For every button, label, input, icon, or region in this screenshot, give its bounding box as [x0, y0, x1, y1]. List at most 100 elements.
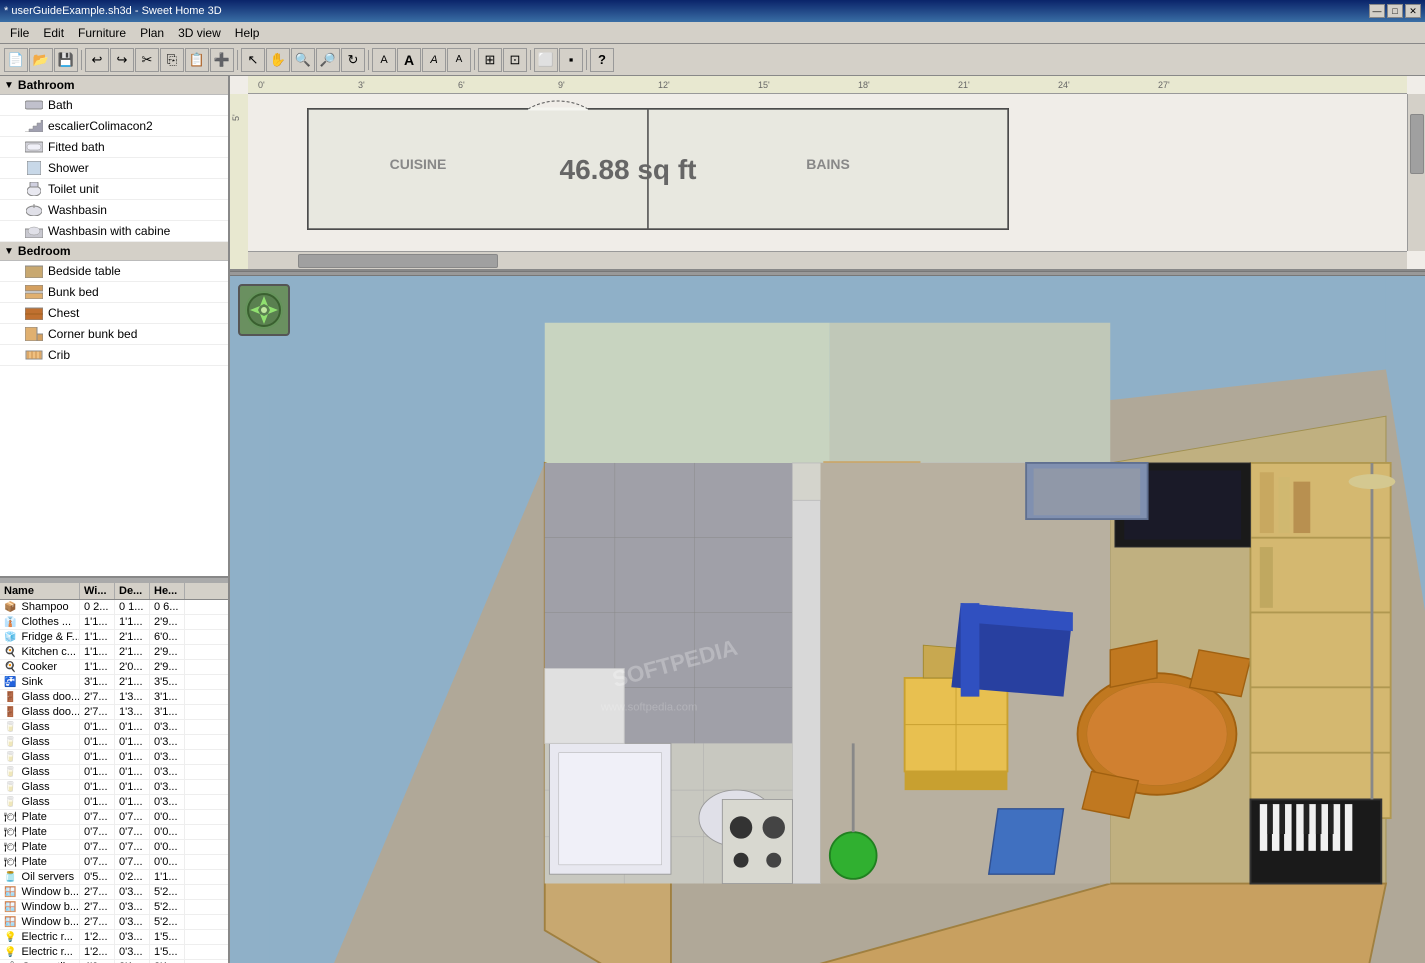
table-row[interactable]: 👔 Clothes ... 1'1... 1'1... 2'9...	[0, 615, 228, 630]
item-fitted-bath[interactable]: Fitted bath	[0, 137, 228, 158]
menu-plan[interactable]: Plan	[134, 24, 170, 42]
nav-compass[interactable]	[238, 284, 290, 336]
fitted-bath-icon	[24, 139, 44, 155]
table-row[interactable]: 💡 Electric r... 1'2... 0'3... 1'5...	[0, 945, 228, 960]
table-cell-wi: 1'1...	[80, 630, 115, 644]
add-furniture-button[interactable]: ➕	[210, 48, 234, 72]
item-bedside[interactable]: Bedside table	[0, 261, 228, 282]
item-shower[interactable]: Shower	[0, 158, 228, 179]
minimize-button[interactable]: —	[1369, 4, 1385, 18]
table-cell-name: 🍽 Plate	[0, 810, 80, 824]
table-row[interactable]: 🥛 Glass 0'1... 0'1... 0'3...	[0, 720, 228, 735]
table-cell-he: 1'5...	[150, 930, 185, 944]
undo-button[interactable]: ↩	[85, 48, 109, 72]
cut-button[interactable]: ✂	[135, 48, 159, 72]
table-row[interactable]: 🍽 Plate 0'7... 0'7... 0'0...	[0, 810, 228, 825]
table-row[interactable]: 🍽 Plate 0'7... 0'7... 0'0...	[0, 840, 228, 855]
item-corner-bunk[interactable]: Corner bunk bed	[0, 324, 228, 345]
table-row[interactable]: 🍳 Cooker 1'1... 2'0... 2'9...	[0, 660, 228, 675]
hscrollbar[interactable]	[248, 251, 1407, 269]
save-button[interactable]: 💾	[54, 48, 78, 72]
row-icon: 🥛	[4, 797, 16, 808]
item-chest[interactable]: Chest	[0, 303, 228, 324]
menu-furniture[interactable]: Furniture	[72, 24, 132, 42]
menu-edit[interactable]: Edit	[37, 24, 70, 42]
table-rows: 📦 Shampoo 0 2... 0 1... 0 6... 👔 Clothes…	[0, 600, 228, 963]
table-row[interactable]: 🚪 Glass doo... 2'7... 1'3... 3'1...	[0, 705, 228, 720]
new-button[interactable]: 📄	[4, 48, 28, 72]
item-washbasin-cab[interactable]: Washbasin with cabine	[0, 221, 228, 242]
washbasin-cab-icon	[24, 223, 44, 239]
category-bathroom[interactable]: ▼ Bathroom	[0, 76, 228, 95]
maximize-button[interactable]: □	[1387, 4, 1403, 18]
table-row[interactable]: 🍽 Plate 0'7... 0'7... 0'0...	[0, 825, 228, 840]
vscrollbar[interactable]	[1407, 94, 1425, 251]
row-icon: 🫙	[4, 872, 16, 883]
item-washbasin[interactable]: Washbasin	[0, 200, 228, 221]
svg-text:www.softpedia.com: www.softpedia.com	[600, 702, 698, 714]
category-bedroom[interactable]: ▼ Bedroom	[0, 242, 228, 261]
text-a-button[interactable]: A	[372, 48, 396, 72]
table-row[interactable]: 🥛 Glass 0'1... 0'1... 0'3...	[0, 735, 228, 750]
open-button[interactable]: 📂	[29, 48, 53, 72]
table-row[interactable]: 🥛 Glass 0'1... 0'1... 0'3...	[0, 765, 228, 780]
table-cell-name: 🥛 Glass	[0, 720, 80, 734]
table-row[interactable]: 🪟 Window b... 2'7... 0'3... 5'2...	[0, 915, 228, 930]
vscrollbar-thumb[interactable]	[1410, 114, 1424, 174]
zoom-area-button[interactable]: ⊡	[503, 48, 527, 72]
bath-icon	[24, 97, 44, 113]
text-c-button[interactable]: A	[422, 48, 446, 72]
table-row[interactable]: 🥛 Glass 0'1... 0'1... 0'3...	[0, 780, 228, 795]
text-d-button[interactable]: A	[447, 48, 471, 72]
menu-3dview[interactable]: 3D view	[172, 24, 227, 42]
plan-view[interactable]: 0' 3' 6' 9' 12' 15' 18' 21' 24' 27' 5'	[230, 76, 1425, 271]
item-bedside-label: Bedside table	[48, 264, 121, 278]
table-cell-de: 0'3...	[115, 930, 150, 944]
copy-button[interactable]: ⎘	[160, 48, 184, 72]
table-row[interactable]: 🍽 Plate 0'7... 0'7... 0'0...	[0, 855, 228, 870]
table-row[interactable]: 🧊 Fridge & F... 1'1... 2'1... 6'0...	[0, 630, 228, 645]
item-toilet[interactable]: Toilet unit	[0, 179, 228, 200]
redo-button[interactable]: ↪	[110, 48, 134, 72]
table-cell-wi: 2'7...	[80, 915, 115, 929]
table-row[interactable]: 🚪 Glass doo... 2'7... 1'3... 3'1...	[0, 690, 228, 705]
table-cell-wi: 0'1...	[80, 735, 115, 749]
zoom-out-button[interactable]: 🔎	[316, 48, 340, 72]
table-row[interactable]: 🚰 Sink 3'1... 2'1... 3'5...	[0, 675, 228, 690]
top-view-button[interactable]: ⬜	[534, 48, 558, 72]
close-button[interactable]: ✕	[1405, 4, 1421, 18]
table-row[interactable]: 🫙 Oil servers 0'5... 0'2... 1'1...	[0, 870, 228, 885]
row-icon: 🪟	[4, 917, 16, 928]
zoom-fit-button[interactable]: ⊞	[478, 48, 502, 72]
item-bunk-bed[interactable]: Bunk bed	[0, 282, 228, 303]
help-button[interactable]: ?	[590, 48, 614, 72]
pan-button[interactable]: ✋	[266, 48, 290, 72]
hscrollbar-thumb[interactable]	[298, 254, 498, 268]
row-icon: 👔	[4, 617, 16, 628]
item-bath[interactable]: Bath	[0, 95, 228, 116]
item-washbasin-label: Washbasin	[48, 203, 107, 217]
zoom-in-button[interactable]: 🔍	[291, 48, 315, 72]
sep3	[368, 50, 369, 70]
table-row[interactable]: 🍳 Kitchen c... 1'1... 2'1... 2'9...	[0, 645, 228, 660]
table-row[interactable]: 🪟 Window b... 2'7... 0'3... 5'2...	[0, 900, 228, 915]
table-row[interactable]: 📦 Shampoo 0 2... 0 1... 0 6...	[0, 600, 228, 615]
select-button[interactable]: ↖	[241, 48, 265, 72]
menu-help[interactable]: Help	[229, 24, 266, 42]
text-b-button[interactable]: A	[397, 48, 421, 72]
title-bar: * userGuideExample.sh3d - Sweet Home 3D …	[0, 0, 1425, 22]
right-area: 0' 3' 6' 9' 12' 15' 18' 21' 24' 27' 5'	[230, 76, 1425, 963]
row-icon: 🍽	[4, 827, 17, 838]
table-cell-wi: 2'7...	[80, 900, 115, 914]
rotate-button[interactable]: ↻	[341, 48, 365, 72]
item-escalier[interactable]: escalierColimacon2	[0, 116, 228, 137]
table-row[interactable]: 💡 Electric r... 1'2... 0'3... 1'5...	[0, 930, 228, 945]
table-row[interactable]: 🥛 Glass 0'1... 0'1... 0'3...	[0, 750, 228, 765]
menu-file[interactable]: File	[4, 24, 35, 42]
paste-button[interactable]: 📋	[185, 48, 209, 72]
table-cell-wi: 0'1...	[80, 750, 115, 764]
table-row[interactable]: 🥛 Glass 0'1... 0'1... 0'3...	[0, 795, 228, 810]
table-row[interactable]: 🪟 Window b... 2'7... 0'3... 5'2...	[0, 885, 228, 900]
item-crib[interactable]: Crib	[0, 345, 228, 366]
3d-view-button[interactable]: ▪	[559, 48, 583, 72]
